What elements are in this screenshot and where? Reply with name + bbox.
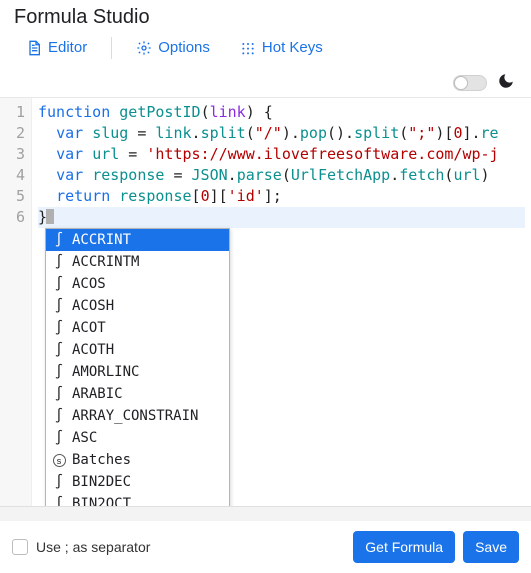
document-icon — [26, 40, 42, 56]
autocomplete-label: ARABIC — [72, 386, 123, 402]
tab-label: Hot Keys — [262, 39, 323, 56]
separator-label: Use ; as separator — [36, 539, 150, 555]
function-icon: ∫ — [52, 386, 66, 402]
cursor — [46, 209, 54, 224]
code-lines[interactable]: function getPostID(link) { var slug = li… — [32, 98, 531, 232]
theme-row — [0, 66, 531, 97]
tab-editor[interactable]: Editor — [20, 35, 93, 60]
autocomplete-label: ARRAY_CONSTRAIN — [72, 408, 198, 424]
code-editor[interactable]: 123456 function getPostID(link) { var sl… — [0, 97, 531, 506]
horizontal-scrollbar[interactable] — [0, 506, 531, 521]
separator-checkbox[interactable] — [12, 539, 28, 555]
autocomplete-item[interactable]: ∫ ACOSH — [46, 295, 229, 317]
autocomplete-item[interactable]: ∫ AMORLINC — [46, 361, 229, 383]
tab-bar: Editor Options Hot Keys — [0, 31, 531, 66]
autocomplete-label: ASC — [72, 430, 97, 446]
function-icon: ∫ — [52, 298, 66, 314]
get-formula-button[interactable]: Get Formula — [353, 531, 455, 563]
toggle-knob — [454, 76, 468, 90]
autocomplete-label: ACCRINT — [72, 232, 131, 248]
moon-icon — [497, 72, 515, 93]
footer: Use ; as separator Get Formula Save — [0, 521, 531, 573]
tab-options[interactable]: Options — [130, 35, 216, 60]
script-icon: s — [52, 452, 66, 468]
function-icon: ∫ — [52, 408, 66, 424]
line-number: 2 — [4, 123, 25, 144]
code-area[interactable]: function getPostID(link) { var slug = li… — [32, 98, 531, 506]
autocomplete-label: ACOTH — [72, 342, 114, 358]
gear-icon — [136, 40, 152, 56]
code-line[interactable]: var slug = link.split("/").pop().split("… — [38, 123, 525, 144]
function-icon: ∫ — [52, 474, 66, 490]
grid-icon — [240, 40, 256, 56]
autocomplete-item[interactable]: ∫ ASC — [46, 427, 229, 449]
separator — [111, 37, 112, 59]
tab-hotkeys[interactable]: Hot Keys — [234, 35, 329, 60]
autocomplete-item[interactable]: ∫ ACOT — [46, 317, 229, 339]
autocomplete-item[interactable]: ∫ ARABIC — [46, 383, 229, 405]
line-gutter: 123456 — [0, 98, 32, 506]
autocomplete-label: ACCRINTM — [72, 254, 139, 270]
autocomplete-label: Batches — [72, 452, 131, 468]
function-icon: ∫ — [52, 496, 66, 506]
autocomplete-item[interactable]: ∫ ACOS — [46, 273, 229, 295]
code-line[interactable]: var response = JSON.parse(UrlFetchApp.fe… — [38, 165, 525, 186]
autocomplete-item[interactable]: s Batches — [46, 449, 229, 471]
function-icon: ∫ — [52, 364, 66, 380]
code-line[interactable]: return response[0]['id']; — [38, 186, 525, 207]
function-icon: ∫ — [52, 254, 66, 270]
line-number: 1 — [4, 102, 25, 123]
autocomplete-popup[interactable]: ∫ACCRINT∫ACCRINTM∫ACOS∫ACOSH∫ACOT∫ACOTH∫… — [45, 228, 230, 506]
autocomplete-label: BIN2OCT — [72, 496, 131, 506]
function-icon: ∫ — [52, 276, 66, 292]
autocomplete-label: BIN2DEC — [72, 474, 131, 490]
autocomplete-item[interactable]: ∫ ACOTH — [46, 339, 229, 361]
code-line[interactable]: function getPostID(link) { — [38, 102, 525, 123]
autocomplete-label: ACOT — [72, 320, 106, 336]
autocomplete-item[interactable]: ∫ ARRAY_CONSTRAIN — [46, 405, 229, 427]
autocomplete-item[interactable]: ∫ ACCRINT — [46, 229, 229, 251]
autocomplete-label: ACOSH — [72, 298, 114, 314]
line-number: 5 — [4, 186, 25, 207]
code-line[interactable]: } — [38, 207, 525, 228]
save-button[interactable]: Save — [463, 531, 519, 563]
autocomplete-label: AMORLINC — [72, 364, 139, 380]
line-number: 6 — [4, 207, 25, 228]
line-number: 3 — [4, 144, 25, 165]
autocomplete-item[interactable]: ∫ BIN2DEC — [46, 471, 229, 493]
tab-label: Options — [158, 39, 210, 56]
function-icon: ∫ — [52, 232, 66, 248]
theme-toggle[interactable] — [453, 75, 487, 91]
autocomplete-item[interactable]: ∫ BIN2OCT — [46, 493, 229, 506]
tab-label: Editor — [48, 39, 87, 56]
code-line[interactable]: var url = 'https://www.ilovefreesoftware… — [38, 144, 525, 165]
app-title: Formula Studio — [0, 0, 531, 31]
line-number: 4 — [4, 165, 25, 186]
function-icon: ∫ — [52, 342, 66, 358]
autocomplete-item[interactable]: ∫ ACCRINTM — [46, 251, 229, 273]
function-icon: ∫ — [52, 320, 66, 336]
function-icon: ∫ — [52, 430, 66, 446]
autocomplete-label: ACOS — [72, 276, 106, 292]
